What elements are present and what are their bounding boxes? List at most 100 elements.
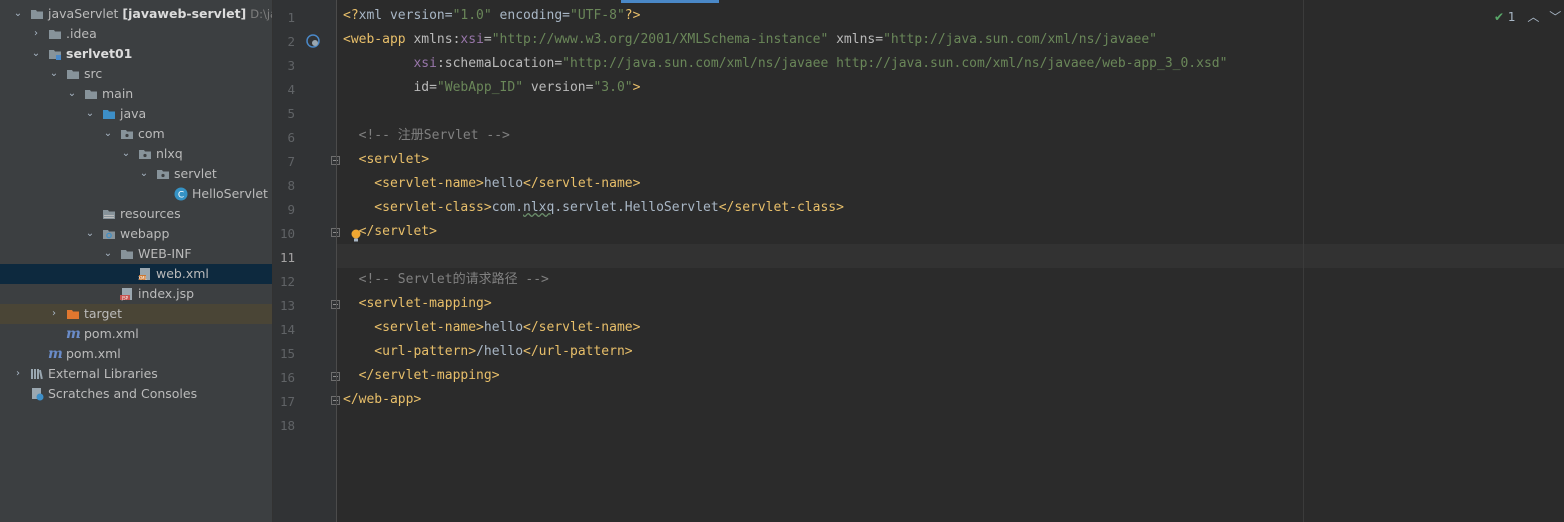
code-line[interactable]: <url-pattern>/hello</url-pattern> (343, 340, 632, 364)
module-folder-icon (49, 50, 61, 60)
code-line[interactable]: id="WebApp_ID" version="3.0"> (343, 76, 640, 100)
tree-label: Scratches and Consoles (48, 386, 198, 401)
tree-label: HelloServlet (192, 186, 268, 201)
tree-row-servlet[interactable]: ⌄ servlet (0, 164, 272, 184)
tree-row-resources[interactable]: resources (0, 204, 272, 224)
line-number: 17 (279, 394, 295, 409)
code-line[interactable]: <!-- Servlet的请求路径 --> (343, 268, 549, 292)
line-number: 6 (287, 130, 295, 145)
next-highlight-icon[interactable]: ﹀ (1549, 10, 1561, 24)
tree-row-module-pom[interactable]: m pom.xml (0, 324, 272, 344)
tree-row-helloservlet[interactable]: C HelloServlet (0, 184, 272, 204)
inspection-widget[interactable]: ✔ 1 ︿ ﹀ (1494, 8, 1561, 26)
inspection-count: 1 (1507, 10, 1516, 24)
chevron-right-icon[interactable]: › (12, 364, 24, 384)
folder-icon (121, 250, 133, 259)
source-folder-icon (103, 110, 115, 119)
chevron-down-icon[interactable]: ⌄ (84, 224, 96, 244)
line-number: 18 (279, 418, 295, 433)
module-name: [javaweb-servlet] (122, 6, 247, 21)
tree-row-webapp[interactable]: ⌄ webapp (0, 224, 272, 244)
line-number: 3 (287, 58, 295, 73)
tree-row-nlxq[interactable]: ⌄ nlxq (0, 144, 272, 164)
package-icon (121, 130, 133, 139)
code-line[interactable]: <servlet-name>hello</servlet-name> (343, 172, 640, 196)
tree-label: web.xml (156, 266, 209, 281)
tree-row-root-pom[interactable]: m pom.xml (0, 344, 272, 364)
chevron-down-icon[interactable]: ⌄ (30, 44, 42, 64)
excluded-folder-icon (67, 310, 79, 319)
tree-label: webapp (120, 226, 170, 241)
resources-folder-icon (103, 210, 115, 219)
code-line[interactable]: </servlet> (343, 220, 437, 244)
tree-row-src[interactable]: ⌄ src (0, 64, 272, 84)
tree-row-java[interactable]: ⌄ java (0, 104, 272, 124)
tree-label: serlvet01 (66, 46, 133, 61)
code-line[interactable]: <servlet-class>com.nlxq.servlet.HelloSer… (343, 196, 844, 220)
tree-row-com[interactable]: ⌄ com (0, 124, 272, 144)
tree-label: java (120, 106, 147, 121)
previous-highlight-icon[interactable]: ︿ (1527, 10, 1539, 24)
tree-label: index.jsp (138, 286, 195, 301)
tree-label: src (84, 66, 103, 81)
line-number-current: 11 (279, 250, 295, 265)
chevron-right-icon[interactable]: › (30, 24, 42, 44)
code-line[interactable]: <!-- 注册Servlet --> (343, 124, 510, 148)
chevron-right-icon[interactable]: › (48, 304, 60, 324)
project-root-label: javaServlet [javaweb-servlet] D:\javaR (48, 4, 272, 24)
active-tab-indicator (621, 0, 719, 3)
tree-row-idea[interactable]: › .idea (0, 24, 272, 44)
tree-row-external-libraries[interactable]: › External Libraries (0, 364, 272, 384)
tree-row-main[interactable]: ⌄ main (0, 84, 272, 104)
line-number: 14 (279, 322, 295, 337)
line-number: 4 (287, 82, 295, 97)
chevron-down-icon[interactable]: ⌄ (120, 144, 132, 164)
chevron-down-icon[interactable]: ⌄ (66, 84, 78, 104)
line-number: 1 (287, 10, 295, 25)
current-line-highlight (337, 244, 1564, 268)
svg-text:JSP: JSP (121, 295, 129, 300)
chevron-down-icon[interactable]: ⌄ (102, 124, 114, 144)
code-line[interactable]: <?xml version="1.0" encoding="UTF-8"?> (343, 4, 640, 28)
chevron-down-icon[interactable]: ⌄ (84, 104, 96, 124)
chevron-down-icon[interactable]: ⌄ (138, 164, 150, 184)
tree-row-index-jsp[interactable]: JSP index.jsp (0, 284, 272, 304)
chevron-down-icon[interactable]: ⌄ (102, 244, 114, 264)
scratches-icon (32, 388, 44, 401)
tree-label: main (102, 86, 134, 101)
tree-label: nlxq (156, 146, 183, 161)
code-line[interactable]: xsi:schemaLocation="http://java.sun.com/… (343, 52, 1227, 76)
tree-row-web-inf[interactable]: ⌄ WEB-INF (0, 244, 272, 264)
line-number: 7 (287, 154, 295, 169)
line-number: 10 (279, 226, 295, 241)
code-line[interactable]: <servlet-name>hello</servlet-name> (343, 316, 640, 340)
tree-row-project-root[interactable]: ⌄ javaServlet [javaweb-servlet] D:\javaR (0, 4, 272, 24)
package-icon (157, 170, 169, 179)
web-descriptor-gutter-icon[interactable] (305, 33, 321, 49)
tree-row-serlvet01[interactable]: ⌄ serlvet01 (0, 44, 272, 64)
tree-label: .idea (66, 26, 97, 41)
tree-row-web-xml[interactable]: XML web.xml (0, 264, 272, 284)
tree-label: resources (120, 206, 181, 221)
code-line[interactable]: </web-app> (343, 388, 421, 412)
chevron-down-icon[interactable]: ⌄ (48, 64, 60, 84)
tree-row-target[interactable]: › target (0, 304, 272, 324)
java-class-icon: C (174, 187, 188, 201)
line-number: 16 (279, 370, 295, 385)
svg-text:XML: XML (138, 275, 147, 280)
tree-label: pom.xml (66, 346, 121, 361)
libraries-icon (31, 369, 43, 380)
chevron-down-icon[interactable]: ⌄ (12, 4, 24, 24)
code-line[interactable]: <servlet> (343, 148, 429, 172)
package-icon (139, 150, 151, 159)
line-number: 2 (287, 34, 295, 49)
code-line[interactable]: </servlet-mapping> (343, 364, 500, 388)
tree-label: target (84, 306, 123, 321)
code-line[interactable]: <web-app xmlns:xsi="http://www.w3.org/20… (343, 28, 1157, 52)
svg-text:C: C (178, 191, 184, 201)
folder-icon (31, 10, 43, 19)
maven-pom-icon: m (48, 346, 63, 362)
code-line[interactable]: <servlet-mapping> (343, 292, 492, 316)
tree-label: pom.xml (84, 326, 139, 341)
tree-row-scratches[interactable]: Scratches and Consoles (0, 384, 272, 404)
